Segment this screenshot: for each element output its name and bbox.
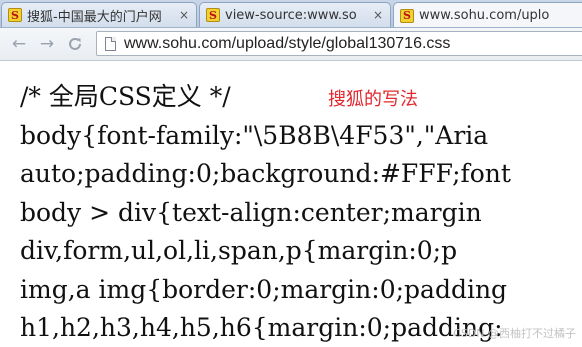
url-text: www.sohu.com/upload/style/global130716.c… [124, 34, 451, 52]
tab-title: www.sohu.com/uplo [419, 8, 550, 23]
tab-sohu-home[interactable]: S 搜狐-中国最大的门户网 × [1, 2, 197, 27]
sohu-favicon-icon: S [400, 8, 414, 23]
forward-button[interactable]: → [36, 33, 58, 55]
tab-title: view-source:www.so [225, 7, 357, 23]
arrow-left-icon: ← [11, 34, 27, 54]
close-icon[interactable]: × [178, 8, 190, 22]
page-icon [105, 36, 116, 51]
code-line: h1,h2,h3,h4,h5,h6{margin:0;padding: [20, 313, 503, 342]
page-content: /* 全局CSS定义 */ 搜狐的写法 body{font-family:"\5… [0, 61, 582, 347]
sohu-favicon-icon: S [8, 8, 22, 22]
watermark: CSDN @西柚打不过橘子 [453, 327, 576, 340]
code-line: auto;padding:0;background:#FFF;font [20, 159, 511, 188]
tab-title: 搜狐-中国最大的门户网 [27, 9, 162, 25]
back-button[interactable]: ← [8, 33, 30, 55]
code-line: body > div{text-align:center;margin [20, 198, 482, 227]
code-line: img,a img{border:0;margin:0;padding [20, 275, 508, 304]
arrow-right-icon: → [39, 34, 55, 54]
reload-icon [69, 37, 81, 50]
sohu-favicon-icon: S [206, 8, 220, 22]
reload-button[interactable] [64, 33, 86, 55]
address-bar[interactable]: www.sohu.com/upload/style/global130716.c… [96, 31, 582, 56]
annotation-text: 搜狐的写法 [328, 89, 418, 110]
tab-css-file[interactable]: S www.sohu.com/uplo [393, 2, 582, 27]
browser-toolbar: ← → www.sohu.com/upload/style/global1307… [0, 28, 582, 61]
code-line: body{font-family:"\5B8B\4F53","Aria [20, 121, 489, 150]
tab-view-source[interactable]: S view-source:www.so × [199, 2, 391, 27]
code-line: div,form,ul,ol,li,span,p{margin:0;p [20, 236, 458, 265]
close-icon[interactable]: × [372, 8, 384, 22]
code-line: /* 全局CSS定义 */ [20, 82, 231, 111]
tab-strip: S 搜狐-中国最大的门户网 × S view-source:www.so × S… [0, 0, 582, 28]
